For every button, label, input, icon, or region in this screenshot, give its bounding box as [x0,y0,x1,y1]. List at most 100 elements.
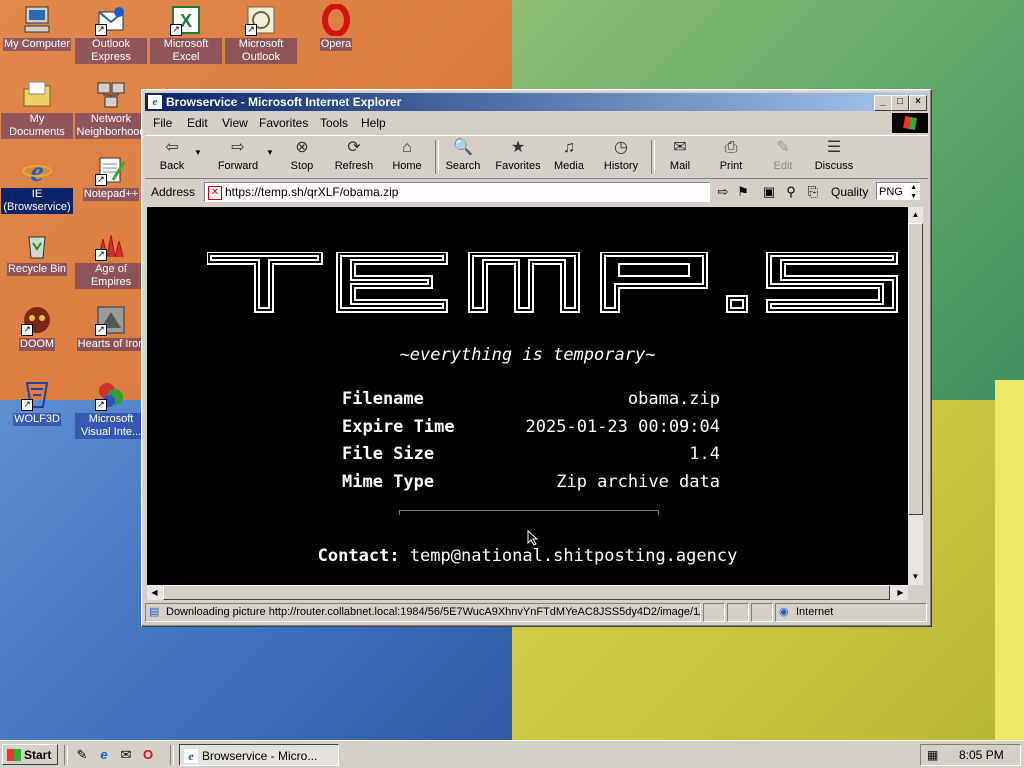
save-page-icon[interactable]: ▣ [761,184,777,200]
history-button[interactable]: ◷ History [599,138,643,172]
contact-line: Contact: temp@national.shitposting.agenc… [147,546,908,566]
temp-sh-logo [207,252,898,313]
status-bar: ▤ Downloading picture http://router.coll… [145,602,928,622]
discuss-button[interactable]: ☰ Discuss [811,138,857,172]
contact-label: Contact: [317,546,400,566]
expire-time-value: 2025-01-23 00:09:04 [525,416,720,437]
media-button[interactable]: ♫ Media [549,138,589,172]
scroll-left-icon[interactable]: ◀ [147,585,162,600]
mail-button[interactable]: ✉ Mail [659,138,701,172]
desktop-icon-wolf3d[interactable]: ↗ WOLF3D [1,379,73,426]
find-binoculars-icon[interactable]: ⚲ [783,184,799,200]
refresh-button[interactable]: ⟳ Refresh [331,138,377,172]
scroll-up-icon[interactable]: ▲ [908,207,923,222]
horizontal-scrollbar[interactable]: ◀ ▶ [147,585,908,600]
menu-edit[interactable]: Edit [187,116,208,130]
desktop-icon-outlook[interactable]: ↗ Microsoft Outlook [225,4,297,64]
page-loading-icon: ▤ [149,606,160,618]
address-url[interactable]: https://temp.sh/qrXLF/obama.zip [225,183,398,201]
desktop-icon-doom[interactable]: ↗ DOOM [1,304,73,351]
scroll-down-icon[interactable]: ▼ [908,569,923,584]
mime-type-value: Zip archive data [556,471,720,492]
address-input[interactable]: ✕ https://temp.sh/qrXLF/obama.zip [204,182,710,202]
browser-window: e Browservice - Microsoft Internet Explo… [141,89,932,627]
desktop-icon-opera[interactable]: Opera [300,3,372,51]
taskbar: Start ✎ e ✉ O e Browservice - Micro... ▦… [0,740,1024,768]
file-info: Filename obama.zip Expire Time 2025-01-2… [342,389,720,499]
desktop-icon-outlook-express[interactable]: ↗ Outlook Express [75,4,147,64]
menu-bar: File Edit View Favorites Tools Help [145,113,928,133]
wolf3d-icon: ↗ [21,379,53,411]
address-label: Address [151,185,196,199]
desktop-icon-recycle-bin[interactable]: Recycle Bin [1,229,73,276]
scroll-right-icon[interactable]: ▶ [893,585,908,600]
back-dropdown[interactable]: ▼ [193,148,203,157]
forward-button[interactable]: ⇨ Forward [213,138,263,172]
horizontal-scroll-thumb[interactable] [163,585,890,600]
mail-icon: ✉ [673,139,687,156]
address-bar: Address ✕ https://temp.sh/qrXLF/obama.zi… [145,180,928,204]
print-button[interactable]: ⎙ Print [711,138,751,172]
menu-view[interactable]: View [222,116,248,130]
menu-file[interactable]: File [153,116,172,130]
forward-arrow-icon: ⇨ [231,139,245,156]
window-title: Browservice - Microsoft Internet Explore… [166,95,402,109]
favorites-button[interactable]: ★ Favorites [491,138,545,172]
zone-text: Internet [796,606,834,618]
forward-dropdown[interactable]: ▼ [265,148,275,157]
back-button[interactable]: ⇦ Back [153,138,191,172]
bookmark-icon[interactable]: ⚑ [735,184,751,200]
desktop-icon-my-documents[interactable]: My Documents [1,79,73,139]
clock[interactable]: 8:05 PM [959,745,1004,765]
desktop-icon-age-of-empires[interactable]: ↗ Age of Empires [75,229,147,289]
doom-icon: ↗ [21,304,53,336]
ie-icon: e [21,154,53,188]
back-arrow-icon: ⇦ [165,139,179,156]
desktop-icon-hearts-of-iron[interactable]: ↗ Hearts of Iron [75,304,147,351]
recycle-bin-icon [21,229,53,261]
opera-icon [320,3,352,37]
desktop-icon-network[interactable]: Network Neighborhood [75,79,147,139]
tray-app-icon[interactable]: ▦ [927,748,943,762]
search-button[interactable]: 🔍 Search [443,138,483,172]
internet-globe-icon: ◉ [779,606,789,618]
go-arrow-icon[interactable]: ⇨ [715,184,731,200]
close-button[interactable]: × [909,95,927,111]
edit-icon: ✎ [776,139,790,156]
desktop-icon-ie-browservice[interactable]: e IE (Browservice) [1,154,73,214]
taskbar-browservice-button[interactable]: e Browservice - Micro... [179,744,339,766]
minimize-button[interactable]: _ [874,95,892,111]
vertical-scrollbar[interactable]: ▲ ▼ [908,207,923,585]
menu-favorites[interactable]: Favorites [259,116,308,130]
hearts-of-iron-icon: ↗ [95,304,127,336]
quality-select[interactable]: PNG ▲ ▼ [876,182,920,200]
status-text-panel: ▤ Downloading picture http://router.coll… [145,603,701,622]
home-button[interactable]: ⌂ Home [387,138,427,172]
vertical-scroll-thumb[interactable] [908,223,923,515]
desktop-icon-notepad[interactable]: ↗ Notepad++ [75,154,147,201]
start-button[interactable]: Start [2,744,58,765]
info-row-mime-type: Mime Type Zip archive data [342,471,720,492]
ie-title-icon[interactable]: e [148,95,162,109]
clipboard-icon[interactable]: ⎘ [805,184,821,200]
quicklaunch-outlook-icon[interactable]: ✉ [118,747,134,763]
search-icon: 🔍 [453,139,473,156]
edit-button[interactable]: ✎ Edit [763,138,803,172]
desktop-icon-excel[interactable]: X ↗ Microsoft Excel [150,4,222,64]
filename-value: obama.zip [627,389,720,409]
maximize-button[interactable]: □ [891,95,909,111]
menu-tools[interactable]: Tools [320,116,348,130]
home-icon: ⌂ [402,139,412,156]
show-desktop-icon[interactable]: ✎ [74,747,90,763]
status-text: Downloading picture http://router.collab… [166,606,701,618]
quicklaunch-ie-icon[interactable]: e [96,747,112,763]
quicklaunch-opera-icon[interactable]: O [140,747,156,763]
desktop-icon-visual-interdev[interactable]: ↗ Microsoft Visual Inte... [75,379,147,439]
title-bar[interactable]: e Browservice - Microsoft Internet Explo… [145,93,928,111]
contact-email[interactable]: temp@national.shitposting.agency [410,546,738,566]
refresh-icon: ⟳ [347,139,361,156]
desktop-icon-my-computer[interactable]: My Computer [1,4,73,51]
stop-button[interactable]: ⊗ Stop [283,138,321,172]
menu-help[interactable]: Help [361,116,386,130]
quality-spinner-icon[interactable]: ▲ ▼ [910,183,917,201]
